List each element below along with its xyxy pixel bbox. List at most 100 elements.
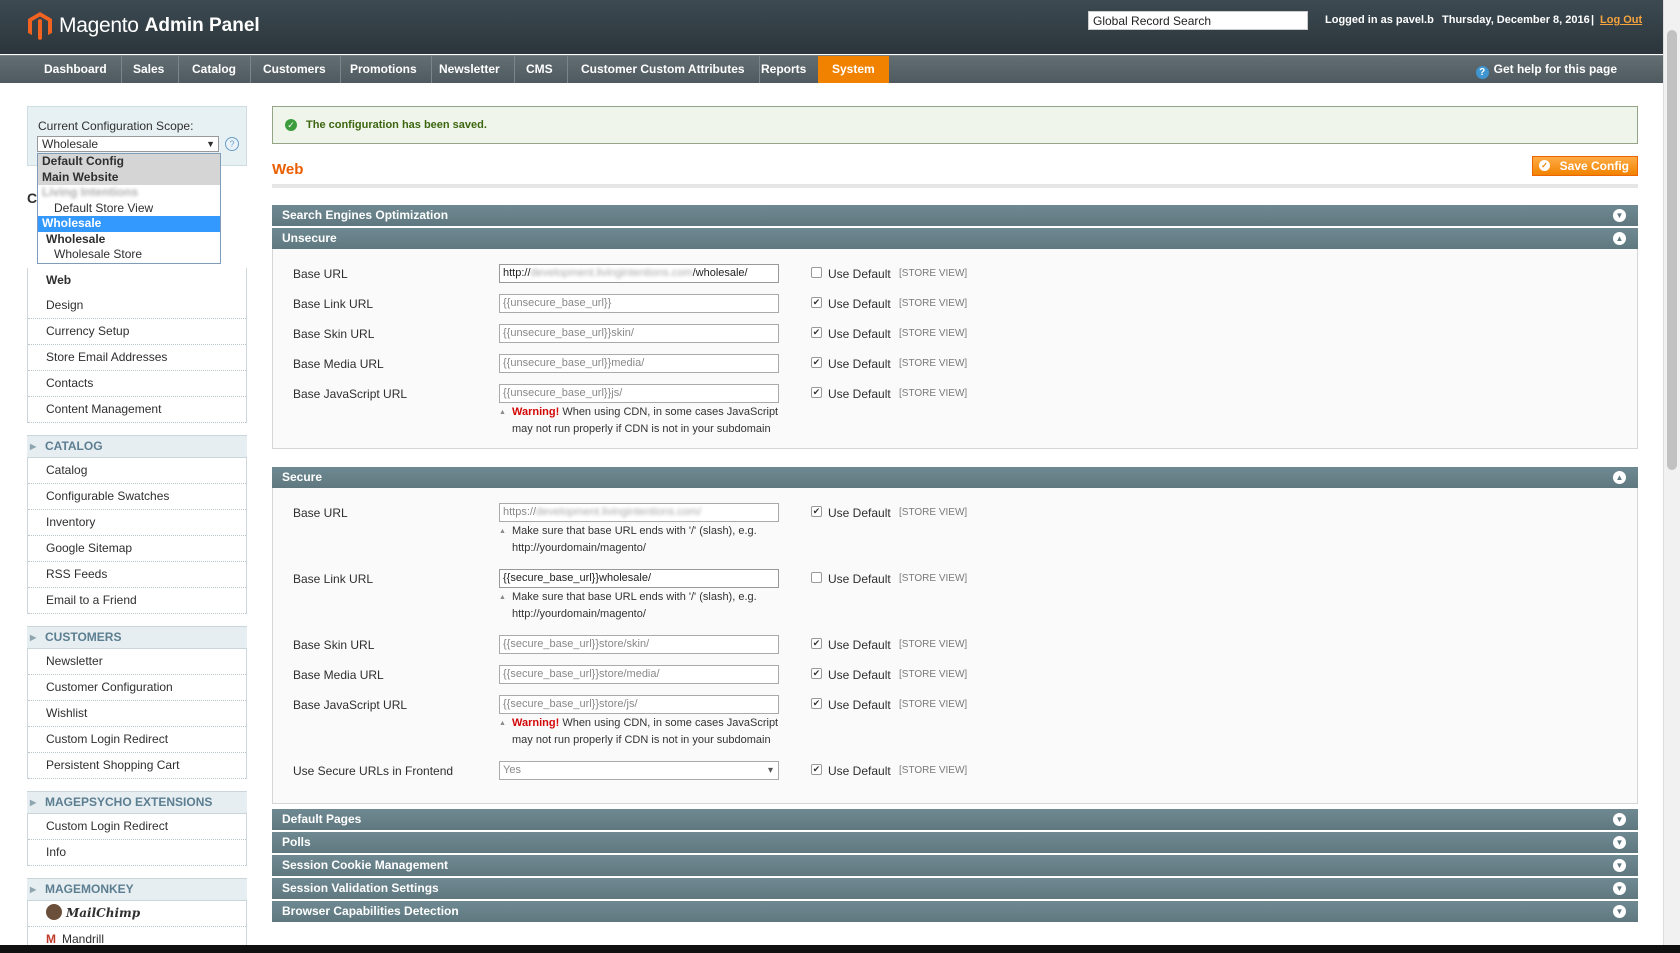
scope-select[interactable]: Wholesale ▼ — [37, 136, 219, 152]
sidebar-section-catalog[interactable]: CATALOG — [27, 435, 247, 458]
use-default-checkbox[interactable] — [811, 267, 822, 278]
sidebar-item-mailchimp[interactable]: MailChimp — [28, 901, 246, 927]
scope-option-default-config[interactable]: Default Config — [38, 154, 220, 170]
sidebar-item-web[interactable]: Web — [28, 268, 246, 293]
collapse-icon: ▲ — [1613, 471, 1626, 484]
sidebar-item-currency-setup[interactable]: Currency Setup — [28, 319, 246, 345]
nav-customers[interactable]: Customers — [249, 56, 341, 83]
header-separator: | — [1591, 14, 1595, 26]
sidebar-section-magemonkey[interactable]: MAGEMONKEY — [27, 878, 247, 901]
use-default-checkbox[interactable] — [811, 572, 822, 583]
save-icon: ✓ — [1539, 160, 1550, 171]
sidebar-item-custom-login-redirect[interactable]: Custom Login Redirect — [28, 727, 246, 753]
section-unsecure-header[interactable]: Unsecure ▲ — [272, 228, 1638, 249]
use-default-checkbox[interactable]: ✔ — [811, 327, 822, 338]
use-default-checkbox[interactable]: ✔ — [811, 638, 822, 649]
scope-option-default-store-view[interactable]: Default Store View — [38, 201, 220, 217]
sidebar-item-inventory[interactable]: Inventory — [28, 510, 246, 536]
unsecure-base-link-url-input[interactable]: {{unsecure_base_url}} — [499, 294, 779, 313]
sidebar-item-google-sitemap[interactable]: Google Sitemap — [28, 536, 246, 562]
store-view-tag: [STORE VIEW] — [899, 358, 968, 369]
magento-logo[interactable]: Magento Admin Panel — [27, 10, 260, 42]
secure-base-skin-url-input[interactable]: {{secure_base_url}}store/skin/ — [499, 635, 779, 654]
store-view-tag: [STORE VIEW] — [899, 699, 968, 710]
use-default-checkbox[interactable]: ✔ — [811, 357, 822, 368]
sidebar-item-email-to-a-friend[interactable]: Email to a Friend — [28, 588, 246, 614]
page-title: Web — [272, 161, 304, 178]
scope-label: Current Configuration Scope: — [38, 119, 194, 133]
section-secure-header[interactable]: Secure ▲ — [272, 467, 1638, 488]
unsecure-base-url-input[interactable]: http://development.livingintentions.com/… — [499, 264, 779, 283]
unsecure-base-media-url-input[interactable]: {{unsecure_base_url}}media/ — [499, 354, 779, 373]
use-default-checkbox[interactable]: ✔ — [811, 506, 822, 517]
sidebar-item-persistent-shopping-cart[interactable]: Persistent Shopping Cart — [28, 753, 246, 779]
scope-option-wholesale-website[interactable]: Wholesale — [38, 216, 220, 232]
secure-base-js-url-input[interactable]: {{secure_base_url}}store/js/ — [499, 695, 779, 714]
sidebar-item-design[interactable]: Design — [28, 293, 246, 319]
nav-cms[interactable]: CMS — [512, 56, 568, 83]
field-label: Base JavaScript URL — [293, 698, 408, 712]
sidebar-item-info[interactable]: Info — [28, 840, 246, 866]
customers-block: Newsletter Customer Configuration Wishli… — [27, 649, 247, 779]
nav-dashboard[interactable]: Dashboard — [30, 56, 122, 83]
sidebar-item-newsletter[interactable]: Newsletter — [28, 649, 246, 675]
store-view-tag: [STORE VIEW] — [899, 573, 968, 584]
section-session-validation-header[interactable]: Session Validation Settings ▼ — [272, 878, 1638, 899]
nav-promotions[interactable]: Promotions — [336, 56, 432, 83]
nav-sales[interactable]: Sales — [119, 56, 180, 83]
field-label: Base Link URL — [293, 297, 374, 311]
sidebar-item-catalog[interactable]: Catalog — [28, 458, 246, 484]
section-default-pages-header[interactable]: Default Pages ▼ — [272, 809, 1638, 830]
url-domain-redacted: development.livingintentions.com/ — [536, 506, 702, 518]
section-session-cookie-title: Session Cookie Management — [282, 858, 449, 872]
sidebar-item-content-management[interactable]: Content Management — [28, 397, 246, 423]
logout-link[interactable]: Log Out — [1600, 14, 1642, 26]
nav-system[interactable]: System — [818, 56, 889, 83]
section-polls-header[interactable]: Polls ▼ — [272, 832, 1638, 853]
url-prefix: https:// — [503, 506, 537, 518]
scope-option-main-website[interactable]: Main Website — [38, 169, 220, 185]
use-default-checkbox[interactable]: ✔ — [811, 668, 822, 679]
scrollbar-thumb[interactable] — [1667, 30, 1677, 470]
use-default-checkbox[interactable]: ✔ — [811, 764, 822, 775]
sidebar-item-magepsycho-login-redirect[interactable]: Custom Login Redirect — [28, 814, 246, 840]
use-secure-frontend-select[interactable]: Yes — [499, 761, 779, 780]
nav-reports[interactable]: Reports — [747, 56, 822, 83]
unsecure-base-js-url-input[interactable]: {{unsecure_base_url}}js/ — [499, 384, 779, 403]
use-default-checkbox[interactable]: ✔ — [811, 297, 822, 308]
unsecure-base-skin-url-input[interactable]: {{unsecure_base_url}}skin/ — [499, 324, 779, 343]
secure-base-media-url-input[interactable]: {{secure_base_url}}store/media/ — [499, 665, 779, 684]
nav-catalog[interactable]: Catalog — [178, 56, 252, 83]
section-seo-header[interactable]: Search Engines Optimization ▼ — [272, 205, 1638, 226]
store-view-tag: [STORE VIEW] — [899, 765, 968, 776]
sidebar-section-customers[interactable]: CUSTOMERS — [27, 626, 247, 649]
global-record-search-input[interactable] — [1088, 11, 1308, 30]
nav-newsletter[interactable]: Newsletter — [425, 56, 515, 83]
use-default-label: Use Default — [828, 506, 891, 520]
store-view-tag: [STORE VIEW] — [899, 298, 968, 309]
use-default-label: Use Default — [828, 698, 891, 712]
use-default-checkbox[interactable]: ✔ — [811, 387, 822, 398]
secure-base-link-url-input[interactable]: {{secure_base_url}}wholesale/ — [499, 569, 779, 588]
success-message-text: The configuration has been saved. — [306, 119, 487, 131]
scope-option-wholesale-store[interactable]: Wholesale Store — [38, 247, 220, 263]
use-default-checkbox[interactable]: ✔ — [811, 698, 822, 709]
scope-help-icon[interactable]: ? — [225, 137, 239, 151]
sidebar-section-magepsycho[interactable]: MAGEPSYCHO EXTENSIONS — [27, 791, 247, 814]
section-browser-capabilities-header[interactable]: Browser Capabilities Detection ▼ — [272, 901, 1638, 922]
sidebar-item-configurable-swatches[interactable]: Configurable Swatches — [28, 484, 246, 510]
secure-base-url-input[interactable]: https://development.livingintentions.com… — [499, 503, 779, 522]
sidebar-item-customer-configuration[interactable]: Customer Configuration — [28, 675, 246, 701]
save-config-button[interactable]: ✓ Save Config — [1532, 156, 1638, 176]
sidebar-item-contacts[interactable]: Contacts — [28, 371, 246, 397]
page-scrollbar[interactable] — [1663, 0, 1680, 945]
nav-customer-custom-attributes[interactable]: Customer Custom Attributes — [567, 56, 760, 83]
sidebar-item-rss-feeds[interactable]: RSS Feeds — [28, 562, 246, 588]
sidebar-item-store-email-addresses[interactable]: Store Email Addresses — [28, 345, 246, 371]
os-taskbar — [0, 945, 1680, 953]
help-link[interactable]: ? Get help for this page — [1475, 56, 1617, 83]
section-session-cookie-header[interactable]: Session Cookie Management ▼ — [272, 855, 1638, 876]
save-config-label: Save Config — [1559, 159, 1629, 173]
sidebar-item-wishlist[interactable]: Wishlist — [28, 701, 246, 727]
scope-select-value: Wholesale — [42, 137, 99, 151]
